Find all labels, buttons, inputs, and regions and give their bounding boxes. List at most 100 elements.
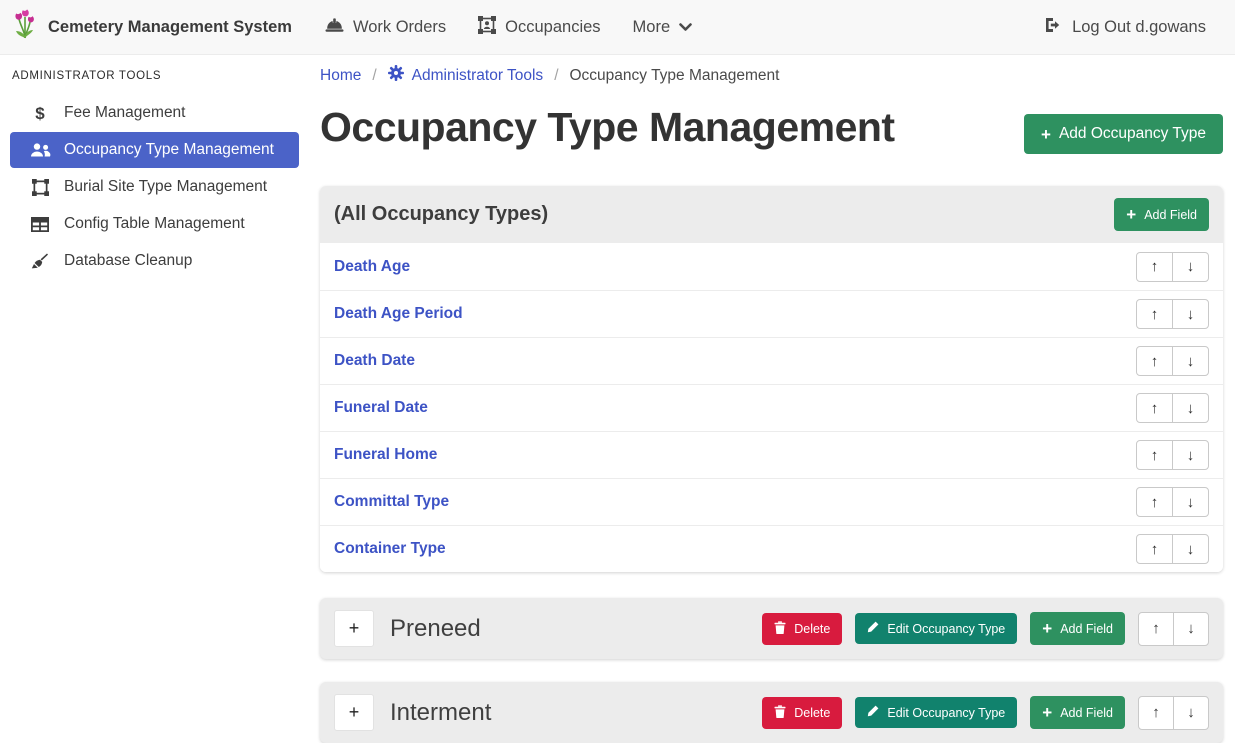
reorder-group: ↑ ↓ <box>1136 487 1209 517</box>
field-link[interactable]: Funeral Date <box>334 399 428 417</box>
move-down-button[interactable]: ↓ <box>1172 487 1209 517</box>
add-occupancy-type-button[interactable]: + Add Occupancy Type <box>1024 114 1223 154</box>
field-link[interactable]: Death Age Period <box>334 305 463 323</box>
sidebar-item-database-cleanup[interactable]: Database Cleanup <box>10 243 299 279</box>
move-up-button[interactable]: ↑ <box>1136 534 1173 564</box>
all-occupancy-types-title: (All Occupancy Types) <box>334 203 548 226</box>
nav-work-orders[interactable]: Work Orders <box>312 8 459 47</box>
move-down-button[interactable]: ↓ <box>1172 393 1209 423</box>
move-up-button[interactable]: ↑ <box>1136 393 1173 423</box>
sidebar-heading: ADMINISTRATOR TOOLS <box>0 61 310 95</box>
reorder-group: ↑ ↓ <box>1136 252 1209 282</box>
field-link[interactable]: Funeral Home <box>334 446 437 464</box>
add-field-label: Add Field <box>1060 706 1113 720</box>
logout-button[interactable]: Log Out d.gowans <box>1031 8 1219 47</box>
chevron-down-icon <box>679 18 692 37</box>
reorder-group: ↑ ↓ <box>1136 346 1209 376</box>
section-bar-preneed: + Preneed Delete <box>320 598 1223 659</box>
nav-work-orders-label: Work Orders <box>353 18 446 37</box>
section-actions: Delete Edit Occupancy Type + Add Field ↑ <box>762 696 1209 730</box>
field-row-death-age-period: Death Age Period ↑ ↓ <box>320 290 1223 337</box>
table-icon <box>29 217 51 232</box>
sidebar-item-fee-management[interactable]: $ Fee Management <box>10 95 299 131</box>
breadcrumb-admin-tools-label: Administrator Tools <box>412 67 544 85</box>
breadcrumb-admin-tools-link[interactable]: Administrator Tools <box>388 65 544 86</box>
edit-occupancy-type-label: Edit Occupancy Type <box>887 706 1005 720</box>
move-up-button[interactable]: ↑ <box>1136 299 1173 329</box>
sidebar-item-label: Occupancy Type Management <box>64 141 274 159</box>
add-occupancy-type-label: Add Occupancy Type <box>1059 125 1206 143</box>
reorder-group: ↑ ↓ <box>1136 534 1209 564</box>
all-occupancy-types-card: (All Occupancy Types) + Add Field Death … <box>320 186 1223 572</box>
main-content: Home / Administrator To <box>310 55 1235 738</box>
nav-more[interactable]: More <box>620 9 706 46</box>
nav-occupancies[interactable]: Occupancies <box>465 7 613 48</box>
move-down-button[interactable]: ↓ <box>1172 252 1209 282</box>
users-icon <box>29 143 51 158</box>
title-row: Occupancy Type Management + Add Occupanc… <box>320 102 1223 154</box>
breadcrumb-current: Occupancy Type Management <box>570 67 780 85</box>
breadcrumb-separator: / <box>372 67 376 85</box>
expand-button[interactable]: + <box>334 694 374 731</box>
move-up-button[interactable]: ↑ <box>1136 252 1173 282</box>
section-title: Interment <box>390 699 491 727</box>
breadcrumb-separator: / <box>554 67 558 85</box>
breadcrumb-home-link[interactable]: Home <box>320 67 361 85</box>
move-up-button[interactable]: ↑ <box>1136 346 1173 376</box>
reorder-group: ↑ ↓ <box>1136 440 1209 470</box>
broom-icon <box>29 253 51 269</box>
tulip-logo-icon <box>12 9 38 45</box>
trash-icon <box>774 621 786 637</box>
page-title: Occupancy Type Management <box>320 102 895 152</box>
field-row-funeral-home: Funeral Home ↑ ↓ <box>320 431 1223 478</box>
pencil-icon <box>867 621 879 636</box>
sidebar-item-config-table-management[interactable]: Config Table Management <box>10 206 299 242</box>
add-field-button[interactable]: + Add Field <box>1030 612 1125 645</box>
move-down-button[interactable]: ↓ <box>1173 612 1209 646</box>
delete-button[interactable]: Delete <box>762 697 842 729</box>
main-nav: Work Orders Occupancies More <box>312 7 705 48</box>
nav-occupancies-label: Occupancies <box>505 18 600 37</box>
field-row-funeral-date: Funeral Date ↑ ↓ <box>320 384 1223 431</box>
gear-icon <box>388 65 404 86</box>
top-navbar: Cemetery Management System Work Orders <box>0 0 1235 55</box>
move-down-button[interactable]: ↓ <box>1172 346 1209 376</box>
move-up-button[interactable]: ↑ <box>1138 612 1174 646</box>
reorder-group: ↑ ↓ <box>1136 393 1209 423</box>
brand[interactable]: Cemetery Management System <box>12 9 292 45</box>
sidebar-item-burial-site-type-management[interactable]: Burial Site Type Management <box>10 169 299 205</box>
field-link[interactable]: Death Age <box>334 258 410 276</box>
add-field-button[interactable]: + Add Field <box>1114 198 1209 231</box>
logout-icon <box>1044 17 1063 38</box>
delete-label: Delete <box>794 622 830 636</box>
hard-hat-icon <box>325 17 344 38</box>
move-down-button[interactable]: ↓ <box>1172 534 1209 564</box>
pencil-icon <box>867 705 879 720</box>
field-row-death-date: Death Date ↑ ↓ <box>320 337 1223 384</box>
move-up-button[interactable]: ↑ <box>1136 440 1173 470</box>
page-layout: ADMINISTRATOR TOOLS $ Fee Management Occ… <box>0 55 1235 738</box>
expand-button[interactable]: + <box>334 610 374 647</box>
add-field-label: Add Field <box>1060 622 1113 636</box>
move-up-button[interactable]: ↑ <box>1138 696 1174 730</box>
move-up-button[interactable]: ↑ <box>1136 487 1173 517</box>
edit-occupancy-type-button[interactable]: Edit Occupancy Type <box>855 697 1017 728</box>
section-bar-interment: + Interment Delete <box>320 682 1223 743</box>
move-down-button[interactable]: ↓ <box>1173 696 1209 730</box>
add-field-button[interactable]: + Add Field <box>1030 696 1125 729</box>
plus-icon: + <box>1042 620 1052 637</box>
field-row-container-type: Container Type ↑ ↓ <box>320 525 1223 572</box>
reorder-group: ↑ ↓ <box>1138 612 1209 646</box>
site-frame-icon <box>29 179 51 196</box>
section-title: Preneed <box>390 615 481 643</box>
plus-icon: + <box>1042 704 1052 721</box>
field-link[interactable]: Death Date <box>334 352 415 370</box>
move-down-button[interactable]: ↓ <box>1172 440 1209 470</box>
field-link[interactable]: Committal Type <box>334 493 449 511</box>
move-down-button[interactable]: ↓ <box>1172 299 1209 329</box>
delete-button[interactable]: Delete <box>762 613 842 645</box>
edit-occupancy-type-label: Edit Occupancy Type <box>887 622 1005 636</box>
edit-occupancy-type-button[interactable]: Edit Occupancy Type <box>855 613 1017 644</box>
field-link[interactable]: Container Type <box>334 540 446 558</box>
sidebar-item-occupancy-type-management[interactable]: Occupancy Type Management <box>10 132 299 168</box>
